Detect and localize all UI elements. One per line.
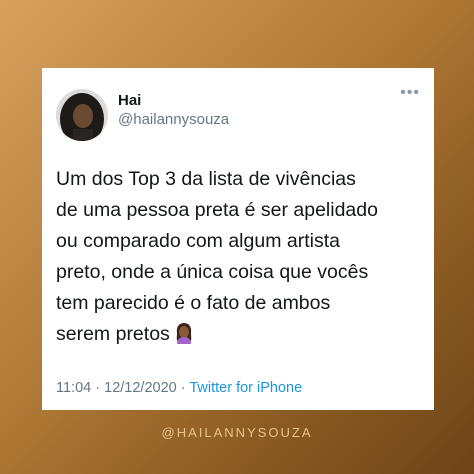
meta-separator: · xyxy=(180,380,186,396)
avatar-photo-icon xyxy=(56,89,108,141)
tweet-meta: 11:04 · 12/12/2020 · Twitter for iPhone xyxy=(56,380,302,396)
woman-facepalming-emoji-icon xyxy=(174,322,194,354)
avatar[interactable] xyxy=(56,89,108,141)
user-handle[interactable]: @hailannysouza xyxy=(118,110,229,129)
tweet-line: Um dos Top 3 da lista de vivências xyxy=(56,168,356,190)
footer-handle: @HAILANNYSOUZA xyxy=(161,425,313,440)
tweet-text: Um dos Top 3 da lista de vivências de um… xyxy=(56,164,420,354)
display-name[interactable]: Hai xyxy=(118,91,229,110)
more-icon[interactable]: ••• xyxy=(400,85,420,101)
tweet-line-last: serem pretos xyxy=(56,319,420,354)
tweet-line: ou comparado com algum artista xyxy=(56,230,340,252)
tweet-line: de uma pessoa preta é ser apelidado xyxy=(56,199,378,221)
tweet-card: Hai @hailannysouza ••• Um dos Top 3 da l… xyxy=(42,68,434,410)
tweet-time[interactable]: 11:04 xyxy=(56,380,91,396)
tweet-line: tem parecido é o fato de ambos xyxy=(56,292,331,314)
tweet-line-text: serem pretos xyxy=(56,323,170,345)
tweet-date[interactable]: 12/12/2020 xyxy=(104,380,177,396)
author-names: Hai @hailannysouza xyxy=(118,91,229,129)
tweet-source-link[interactable]: Twitter for iPhone xyxy=(189,380,302,396)
tweet-header: Hai @hailannysouza xyxy=(56,82,420,148)
tweet-line: preto, onde a única coisa que vocês xyxy=(56,261,369,283)
meta-separator: · xyxy=(95,380,101,396)
